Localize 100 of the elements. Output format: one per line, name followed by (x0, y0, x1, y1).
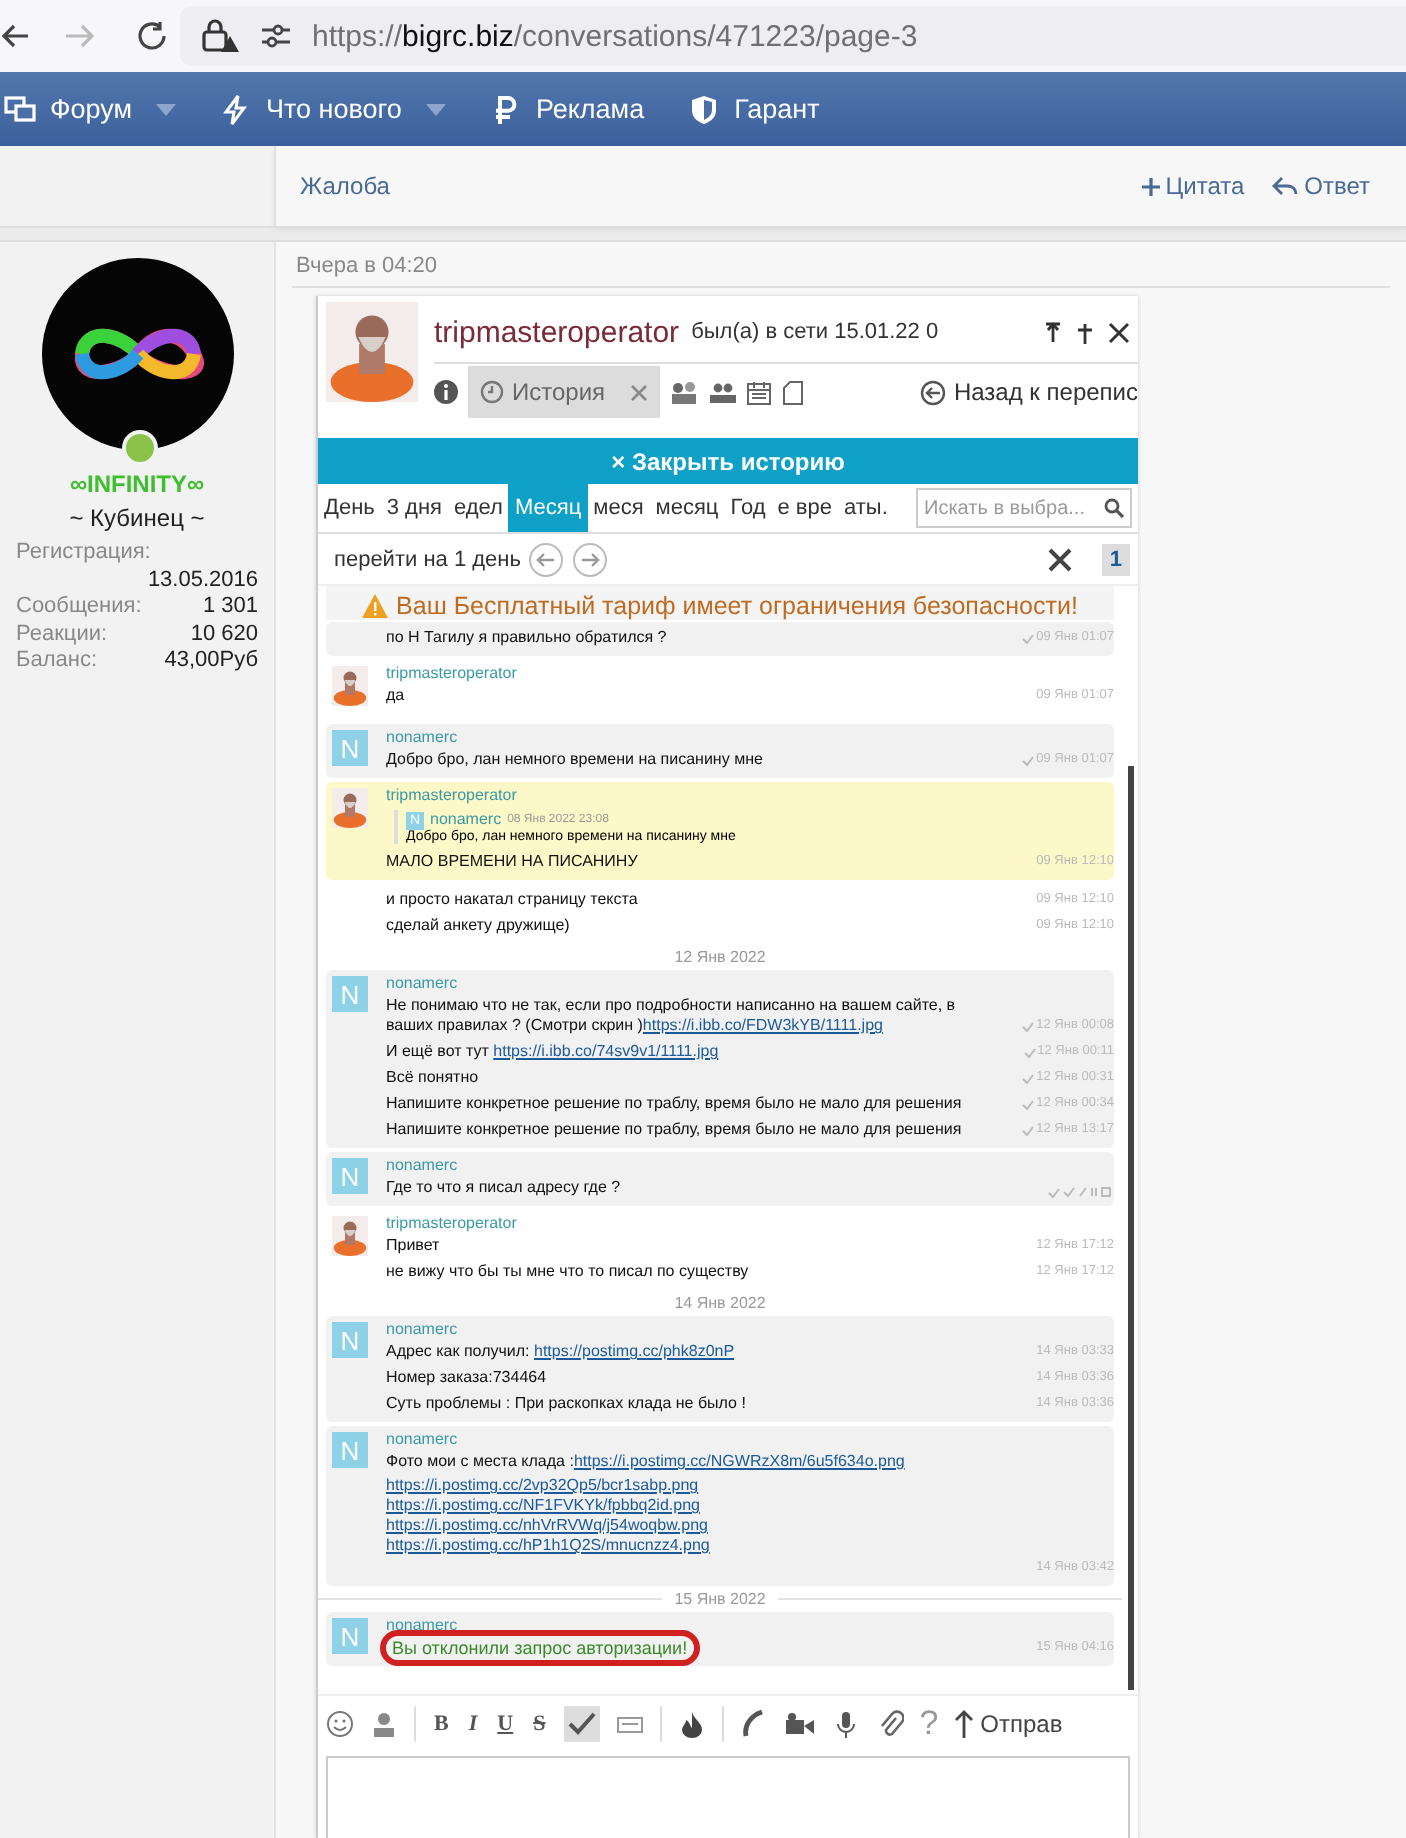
message-link[interactable]: https://i.postimg.cc/NF1FVKYk/fpbbq2id.png (386, 1496, 700, 1514)
format-button[interactable]: B (432, 1712, 451, 1736)
report-link[interactable]: Жалоба (300, 172, 390, 200)
plus-icon (1141, 177, 1160, 195)
avatar-letter: N (332, 1618, 368, 1654)
reply-link[interactable]: Ответ (1272, 172, 1370, 200)
check-icon (1022, 1125, 1035, 1135)
message-text: Добро бро, лан немного времени на писанину мне (386, 750, 763, 768)
paperclip-icon[interactable] (875, 1710, 904, 1738)
message-text: Всё понятно (386, 1068, 479, 1086)
period-tab[interactable]: 3 дня (380, 484, 448, 532)
video-camera-icon[interactable] (783, 1710, 816, 1738)
caret-icon (156, 103, 177, 115)
stat-label: Баланс: (16, 648, 98, 675)
message-text: да (386, 686, 405, 704)
smile-icon[interactable] (326, 1710, 354, 1738)
contacts-icon[interactable] (669, 380, 698, 404)
microphone-icon[interactable] (831, 1710, 860, 1738)
user-icon[interactable] (370, 1710, 398, 1738)
message-text: И ещё вот тут https://i.ibb.co/74sv9v1/1111.jpg (386, 1042, 719, 1060)
stat-value: 43,00Руб (164, 648, 258, 675)
search-icon (1104, 498, 1124, 518)
period-tab[interactable]: меся (587, 484, 650, 532)
site-settings-icon[interactable] (260, 22, 292, 50)
check-icon (1022, 1099, 1035, 1109)
format-button[interactable]: I (466, 1712, 480, 1736)
period-tab[interactable]: аты. (838, 484, 894, 532)
info-icon[interactable] (434, 380, 458, 404)
page-number[interactable]: 1 (1101, 543, 1130, 575)
close-icon[interactable] (1108, 321, 1130, 343)
message-text: Номер заказа:734464 (386, 1368, 547, 1386)
system-message: Вы отклонили запрос авторизации! (386, 1636, 694, 1660)
avatar-letter: N (332, 1158, 368, 1194)
nav-tab[interactable]: Форум (4, 93, 177, 125)
message-text: Не понимаю что не так, если про подробности написанно на вашем сайте, в ваших правилах ? (Смотри скрин )https://i.ibb.co/FDW3kYB/1111.jpg (386, 996, 956, 1034)
format-button[interactable]: U (495, 1712, 516, 1736)
jump-label: перейти на 1 день (334, 547, 521, 571)
message-input[interactable] (326, 1756, 1130, 1838)
stat-value: 10 620 (190, 621, 258, 648)
period-tab[interactable]: месяц (649, 484, 725, 532)
message-text: Привет (386, 1236, 440, 1254)
calendar-icon[interactable] (745, 379, 772, 405)
check-icon (1023, 1047, 1036, 1057)
back-circle-icon (919, 379, 946, 405)
sender-name[interactable]: tripmasteroperator (386, 1214, 1114, 1234)
date-separator: 14 Янв 2022 (674, 1294, 766, 1312)
message-text: не вижу что бы ты мне что то писал по существу (386, 1262, 749, 1280)
fire-icon[interactable] (677, 1710, 706, 1738)
back-icon[interactable] (0, 20, 28, 52)
message-link[interactable]: https://i.postimg.cc/2vp32Qp5/bcr1sabp.png (386, 1476, 699, 1494)
avatar-letter: N (332, 1322, 368, 1358)
contact-name: tripmasteroperator (434, 315, 680, 349)
message-text: и просто накатал страницу текста (386, 890, 638, 908)
post-date: Вчера в 04:20 (292, 242, 1390, 288)
message-text: сделай анкету дружище) (386, 916, 570, 934)
history-tab[interactable]: История (468, 366, 660, 418)
users-icon[interactable] (707, 380, 736, 404)
spellcheck-icon[interactable] (563, 1706, 600, 1742)
nav-tab[interactable]: Гарант (688, 93, 820, 125)
message-link[interactable]: https://i.postimg.cc/hP1h1Q2S/mnucnzz4.png (386, 1536, 710, 1554)
message-text: Напишите конкретное решение по траблу, время было не мало для решения (386, 1094, 962, 1112)
stat-value: 1 301 (202, 594, 258, 621)
search-field[interactable]: Искать в выбра... (916, 488, 1132, 528)
arrow-left-icon[interactable] (528, 541, 565, 577)
stat-label: Сообщения: (16, 594, 142, 621)
message-link[interactable]: https://i.postimg.cc/NGWRzX8m/6u5f634o.png (573, 1452, 905, 1470)
message-link[interactable]: https://i.ibb.co/FDW3kYB/1111.jpg (642, 1016, 883, 1034)
scrollbar-thumb[interactable] (1128, 766, 1134, 1690)
stat-label: Регистрация: (16, 540, 153, 567)
avatar-letter: N (332, 730, 368, 766)
date-separator: 12 Янв 2022 (674, 948, 766, 966)
message-text: Фото мои с места клада :https://i.postimg.cc/NGWRzX8m/6u5f634o.png (386, 1452, 905, 1470)
sender-name[interactable]: tripmasteroperator (386, 664, 1114, 684)
format-button[interactable]: S (531, 1712, 548, 1736)
message-text: Адрес как получил: https://postimg.cc/phk8z0nP (386, 1342, 735, 1360)
quote-link[interactable]: Цитата (1141, 172, 1245, 200)
check-icon (1022, 633, 1035, 643)
period-tab[interactable]: День (318, 484, 381, 532)
nav-tab[interactable]: Реклама (489, 93, 645, 125)
nav-tab[interactable]: Что нового (220, 93, 446, 125)
check-icon (1048, 1187, 1060, 1197)
message-link[interactable]: https://i.postimg.cc/nhVrRVWq/j54woqbw.png (386, 1516, 708, 1534)
shield-icon (688, 93, 721, 125)
period-tab[interactable]: Год (724, 484, 772, 532)
check-icon (1022, 1021, 1035, 1031)
message-link[interactable]: https://postimg.cc/phk8z0nP (534, 1342, 735, 1360)
period-tab[interactable]: едел (448, 484, 509, 532)
message-link[interactable]: https://i.ibb.co/74sv9v1/1111.jpg (493, 1042, 719, 1060)
warning-text: Ваш Бесплатный тариф имеет ограничения безопасности! (396, 592, 1078, 620)
stat-value: 13.05.2016 (147, 567, 258, 594)
back-link[interactable]: Назад к перепис (919, 378, 1138, 406)
period-tab[interactable]: е вре (771, 484, 838, 532)
arrow-right-icon[interactable] (572, 541, 609, 577)
reload-icon[interactable] (136, 20, 168, 52)
send-button[interactable]: Отправ (954, 1710, 1063, 1738)
lock-warning-icon[interactable] (200, 18, 240, 54)
message-text: Суть проблемы : При раскопках клада не было ! (386, 1394, 746, 1412)
message-text: Где то что я писал адресу где ? (386, 1178, 621, 1196)
document-icon[interactable] (781, 379, 804, 405)
avatar-letter: N (332, 1432, 368, 1468)
